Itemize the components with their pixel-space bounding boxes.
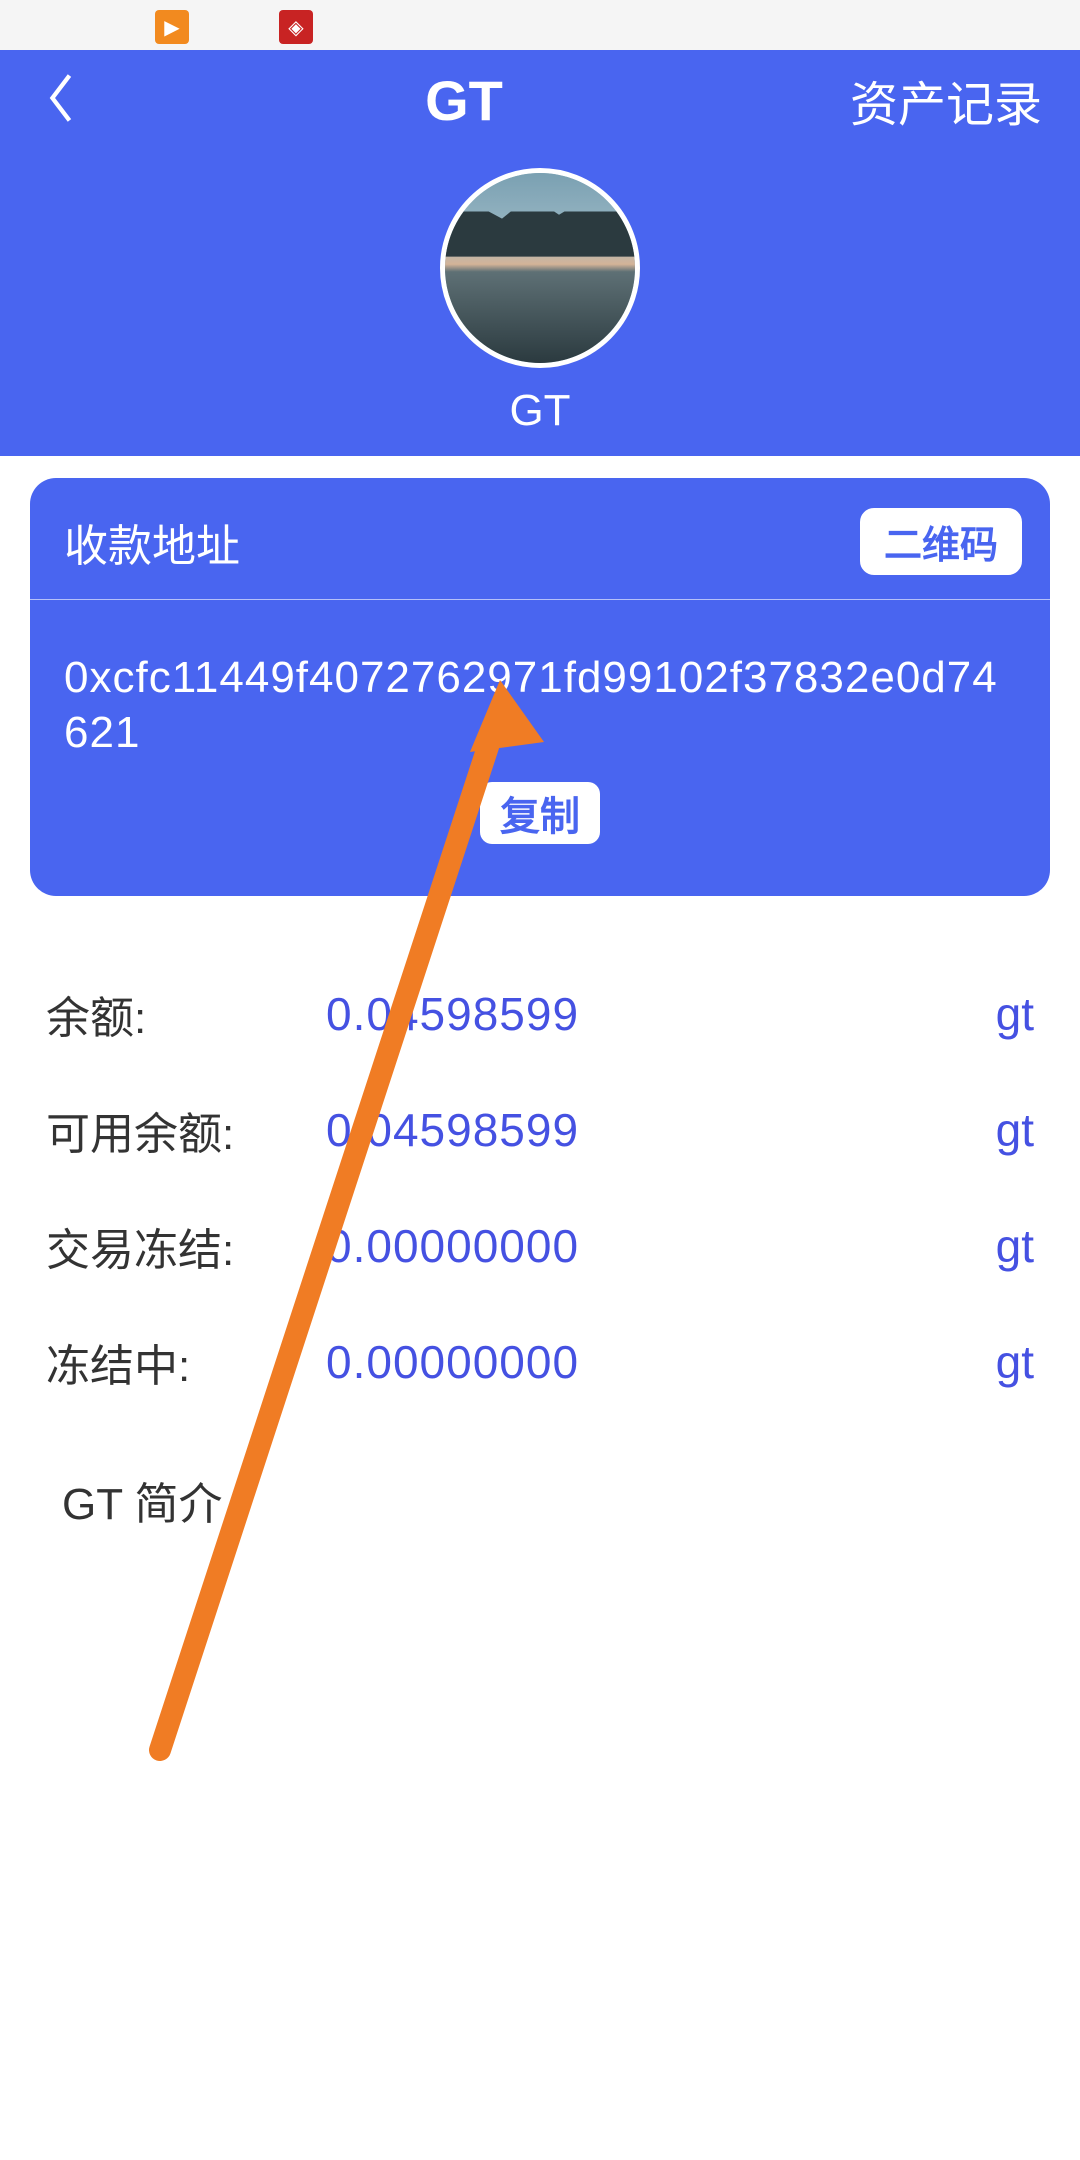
- wallet-address[interactable]: 0xcfc11449f4072762971fd99102f37832e0d746…: [30, 600, 1050, 776]
- play-icon: ▶: [155, 10, 189, 44]
- balance-unit: gt: [996, 1335, 1034, 1389]
- balance-unit: gt: [996, 987, 1034, 1041]
- address-title: 收款地址: [64, 510, 240, 574]
- balance-label: 交易冻结:: [46, 1214, 326, 1278]
- back-icon[interactable]: [46, 71, 78, 130]
- balance-row: 交易冻结: 0.00000000 gt: [0, 1188, 1080, 1304]
- avatar-section: GT: [0, 168, 1080, 436]
- balance-value: 0.04598599: [326, 1103, 996, 1157]
- balance-label: 可用余额:: [46, 1098, 326, 1162]
- balance-row: 余额: 0.04598599 gt: [0, 956, 1080, 1072]
- balance-unit: gt: [996, 1219, 1034, 1273]
- address-card: 收款地址 二维码 0xcfc11449f4072762971fd99102f37…: [30, 478, 1050, 896]
- copy-button[interactable]: 复制: [480, 782, 600, 844]
- qr-button[interactable]: 二维码: [860, 508, 1022, 575]
- balance-label: 余额:: [46, 982, 326, 1046]
- header: GT 资产记录 GT: [0, 50, 1080, 456]
- page-title: GT: [425, 68, 503, 133]
- balance-row: 可用余额: 0.04598599 gt: [0, 1072, 1080, 1188]
- avatar-label: GT: [509, 386, 570, 436]
- avatar[interactable]: [440, 168, 640, 368]
- balance-value: 0.00000000: [326, 1335, 996, 1389]
- balance-row: 冻结中: 0.00000000 gt: [0, 1304, 1080, 1420]
- balance-value: 0.00000000: [326, 1219, 996, 1273]
- asset-records-link[interactable]: 资产记录: [850, 65, 1042, 135]
- shield-icon: ◈: [279, 10, 313, 44]
- status-bar: ▶ ◈: [0, 0, 1080, 50]
- address-card-head: 收款地址 二维码: [30, 478, 1050, 600]
- status-icons: ▶ ◈: [155, 10, 313, 44]
- balance-label: 冻结中:: [46, 1330, 326, 1394]
- balance-list: 余额: 0.04598599 gt 可用余额: 0.04598599 gt 交易…: [0, 956, 1080, 1420]
- balance-value: 0.04598599: [326, 987, 996, 1041]
- intro-title: GT 简介: [62, 1468, 1080, 1532]
- topbar: GT 资产记录: [0, 50, 1080, 150]
- balance-unit: gt: [996, 1103, 1034, 1157]
